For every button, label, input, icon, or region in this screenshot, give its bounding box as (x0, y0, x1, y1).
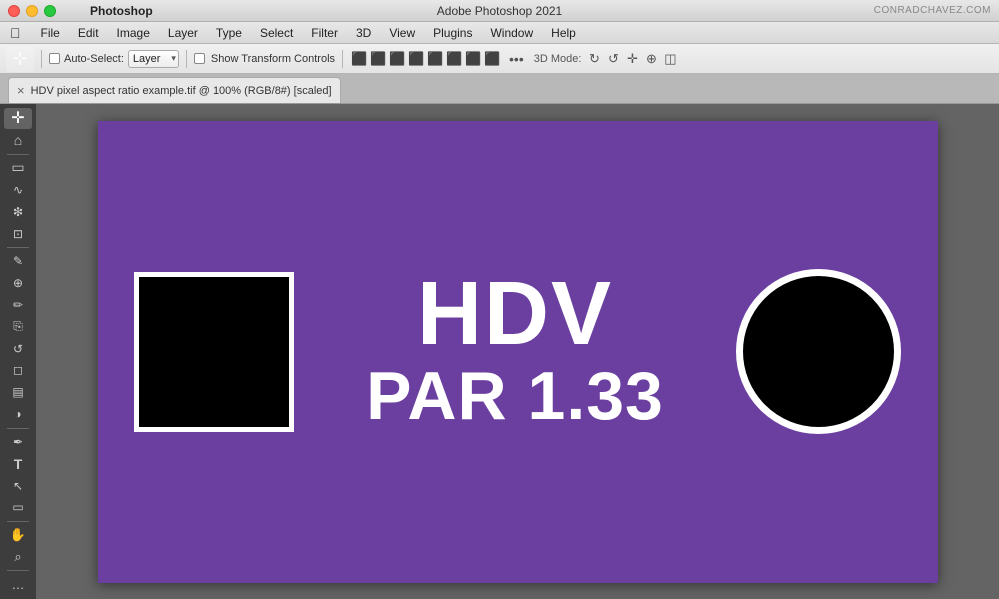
eyedropper-tool[interactable]: ✎ (4, 251, 32, 272)
menu-plugins[interactable]: Plugins (425, 24, 480, 42)
tab-bar: × HDV pixel aspect ratio example.tif @ 1… (0, 74, 999, 104)
auto-select-group: Auto-Select: Layer Group (49, 50, 179, 68)
align-top-icon[interactable]: ⬛ (407, 50, 425, 68)
dodge-tool[interactable]: ◑ (4, 404, 32, 425)
tool-separator-5 (7, 570, 29, 571)
spot-healing-tool[interactable]: ⊕ (4, 273, 32, 294)
zoom-tool[interactable]: ⌕ (4, 547, 32, 568)
align-center-h-icon[interactable]: ⬛ (369, 50, 387, 68)
layer-select[interactable]: Layer Group (128, 50, 179, 68)
sidebar: ✛ ⌂ ▭ ∿ ❇ ⊡ ✎ ⊕ ✏ ⎘ ↺ ◻ ▤ ◑ ✒ T ↖ ▭ ✋ ⌕ … (0, 104, 36, 599)
hand-tool[interactable]: ✋ (4, 525, 32, 546)
menu-edit[interactable]: Edit (70, 24, 107, 42)
layer-select-wrapper: Layer Group (128, 50, 179, 68)
menu-image[interactable]: Image (109, 24, 158, 42)
apple-menu[interactable]:  (4, 25, 27, 41)
photoshop-canvas: HDV PAR 1.33 (98, 121, 938, 583)
crop-tool[interactable]: ⊡ (4, 223, 32, 244)
eraser-tool[interactable]: ◻ (4, 360, 32, 381)
shape-tool[interactable]: ▭ (4, 497, 32, 518)
hdv-label: HDV (366, 269, 664, 359)
hdv-text-block: HDV PAR 1.33 (366, 269, 664, 434)
window-title: Adobe Photoshop 2021 (437, 4, 562, 18)
canvas-area: HDV PAR 1.33 (36, 104, 999, 599)
separator2 (186, 50, 187, 68)
maximize-button[interactable] (44, 5, 56, 17)
align-icons-group: ⬛ ⬛ ⬛ ⬛ ⬛ ⬛ ⬛ ⬛ (350, 50, 501, 68)
pen-tool[interactable]: ✒ (4, 431, 32, 452)
auto-select-checkbox[interactable] (49, 53, 60, 64)
align-middle-v-icon[interactable]: ⬛ (426, 50, 444, 68)
show-transform-label: Show Transform Controls (211, 53, 335, 65)
gradient-tool[interactable]: ▤ (4, 382, 32, 403)
traffic-lights (0, 5, 56, 17)
3d-slide-icon[interactable]: ⊕ (642, 50, 660, 68)
3d-tool-icons: ↻ ↺ ✛ ⊕ ◫ (585, 50, 679, 68)
align-right-icon[interactable]: ⬛ (388, 50, 406, 68)
show-transform-group: Show Transform Controls (194, 53, 335, 65)
menu-help[interactable]: Help (543, 24, 584, 42)
home-icon[interactable]: ⌂ (4, 130, 32, 151)
close-button[interactable] (8, 5, 20, 17)
menu-filter[interactable]: Filter (303, 24, 346, 42)
black-square-shape (134, 272, 294, 432)
main-area: ✛ ⌂ ▭ ∿ ❇ ⊡ ✎ ⊕ ✏ ⎘ ↺ ◻ ▤ ◑ ✒ T ↖ ▭ ✋ ⌕ … (0, 104, 999, 599)
menu-window[interactable]: Window (482, 24, 541, 42)
auto-select-label: Auto-Select: (64, 53, 124, 65)
menu-file[interactable]: File (33, 24, 68, 42)
menu-bar:  File Edit Image Layer Type Select Filt… (0, 22, 999, 44)
menu-type[interactable]: Type (208, 24, 250, 42)
options-bar: ⊹ Auto-Select: Layer Group Show Transfor… (0, 44, 999, 74)
tool-separator-1 (7, 154, 29, 155)
tab-close-icon[interactable]: × (17, 84, 25, 97)
lasso-tool[interactable]: ∿ (4, 179, 32, 200)
tool-separator-4 (7, 521, 29, 522)
separator (41, 50, 42, 68)
3d-orbit-icon[interactable]: ↻ (585, 50, 603, 68)
black-circle-shape (736, 269, 901, 434)
website-label: CONRADCHAVEZ.COM (874, 5, 991, 16)
menu-layer[interactable]: Layer (160, 24, 206, 42)
menu-select[interactable]: Select (252, 24, 301, 42)
path-selection-tool[interactable]: ↖ (4, 475, 32, 496)
align-bottom-icon[interactable]: ⬛ (445, 50, 463, 68)
quick-select-tool[interactable]: ❇ (4, 201, 32, 222)
separator3 (342, 50, 343, 68)
history-brush-tool[interactable]: ↺ (4, 338, 32, 359)
3d-scale-icon[interactable]: ◫ (661, 50, 679, 68)
menu-3d[interactable]: 3D (348, 24, 379, 42)
tab-title: HDV pixel aspect ratio example.tif @ 100… (31, 85, 332, 97)
move-tool-active[interactable]: ⊹ (6, 46, 34, 72)
brush-tool[interactable]: ✏ (4, 294, 32, 315)
type-tool[interactable]: T (4, 453, 32, 474)
menu-view[interactable]: View (381, 24, 423, 42)
align-left-icon[interactable]: ⬛ (350, 50, 368, 68)
app-name: Photoshop (90, 4, 153, 18)
marquee-tool[interactable]: ▭ (4, 158, 32, 179)
extra-tool[interactable]: … (4, 574, 32, 595)
move-tool-sidebar[interactable]: ✛ (4, 108, 32, 129)
3d-roll-icon[interactable]: ↺ (604, 50, 622, 68)
clone-stamp-tool[interactable]: ⎘ (4, 316, 32, 337)
par-label: PAR 1.33 (366, 359, 664, 434)
minimize-button[interactable] (26, 5, 38, 17)
align-extra-icon[interactable]: ⬛ (483, 50, 501, 68)
align-vertical-icon[interactable]: ⬛ (464, 50, 482, 68)
tool-separator-2 (7, 247, 29, 248)
title-bar: Photoshop Adobe Photoshop 2021 CONRADCHA… (0, 0, 999, 22)
3d-pan-icon[interactable]: ✛ (623, 50, 641, 68)
show-transform-checkbox[interactable] (194, 53, 205, 64)
tool-separator-3 (7, 428, 29, 429)
more-options-button[interactable]: ••• (505, 51, 528, 67)
3d-mode-label: 3D Mode: (534, 53, 582, 65)
document-tab[interactable]: × HDV pixel aspect ratio example.tif @ 1… (8, 77, 341, 103)
